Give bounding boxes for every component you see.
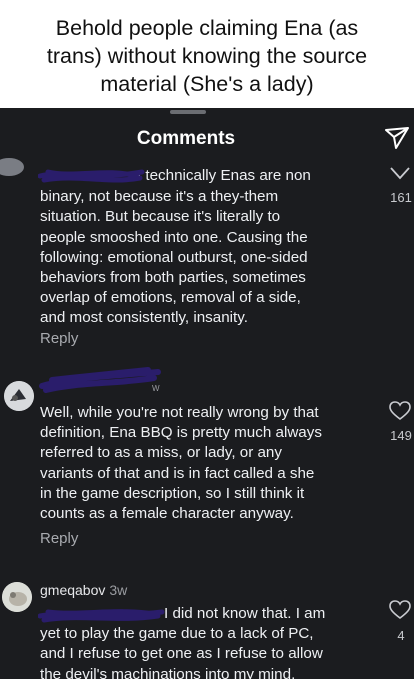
comment-line: Well, while you're not really wrong by t… (40, 404, 319, 421)
redaction-scribble (38, 169, 145, 183)
caption-line-1: Behold people claiming Ena (as (55, 16, 359, 40)
redaction-scribble (38, 609, 165, 623)
comment-line: technically Enas are non (145, 167, 311, 184)
comment-line: and most consistently, insanity. (40, 309, 248, 327)
reply-button[interactable]: Reply (40, 530, 78, 547)
meme-caption: Behold people claiming Ena (as trans) wi… (0, 0, 414, 108)
caption-line-3: material (She's a lady) (100, 72, 314, 96)
comment-line: situation. But because it's literally to (40, 208, 281, 226)
comment-body: 4 technically Enas are non binary, not b… (38, 166, 380, 329)
comment-line: referred to as a miss, or lady, or any (40, 444, 282, 462)
avatar[interactable] (4, 381, 34, 411)
avatar[interactable] (0, 158, 24, 176)
comment-line: and I refuse to get one as I refuse to a… (40, 645, 323, 663)
comment-line: variants of that and is in fact called a… (40, 464, 315, 482)
comment-line: yet to play the game due to a lack of PC… (40, 625, 314, 643)
comment-line: counts as a female character anyway. (40, 505, 294, 523)
heart-icon[interactable] (389, 401, 411, 421)
comment-body: I did not know that. I am yet to play th… (38, 604, 380, 679)
avatar[interactable] (2, 582, 32, 612)
heart-icon[interactable] (389, 600, 411, 620)
like-count: 4 (397, 628, 405, 643)
reply-button[interactable]: Reply (40, 330, 78, 347)
comments-panel: Comments 161 4 technically Enas are non … (0, 108, 414, 679)
username-tail: W (152, 384, 160, 393)
caption-line-2: trans) without knowing the source (46, 44, 368, 68)
comment-username[interactable]: gmeqabov 3w (40, 582, 127, 598)
comment-line: following: emotional outburst, one-sided (40, 248, 308, 266)
drag-handle[interactable] (170, 110, 206, 114)
like-count: 161 (390, 190, 412, 205)
share-icon[interactable] (383, 124, 411, 152)
comment-line: in the game description, so I still thin… (40, 484, 305, 502)
username-text[interactable]: gmeqabov (40, 582, 105, 598)
comment-time: 3w (109, 582, 128, 598)
like-count: 149 (390, 428, 412, 443)
comment-line: the devil's machinations into my mind. (40, 665, 296, 679)
comment-line: definition, Ena BBQ is pretty much alway… (40, 424, 322, 442)
comment-line: binary, not because it's a they-them (40, 188, 279, 206)
redaction-scribble (39, 367, 161, 393)
comment-line: overlap of emotions, removal of a side, (40, 289, 301, 307)
comment-body: Well, while you're not really wrong by t… (40, 403, 380, 524)
panel-title: Comments (136, 128, 236, 149)
comment-line: I did not know that. I am (164, 605, 326, 622)
comment-line: behaviors from both parties, sometimes (40, 269, 306, 287)
comment-line: people smooshed into one. Causing the (40, 228, 308, 246)
heart-icon[interactable] (389, 164, 411, 184)
